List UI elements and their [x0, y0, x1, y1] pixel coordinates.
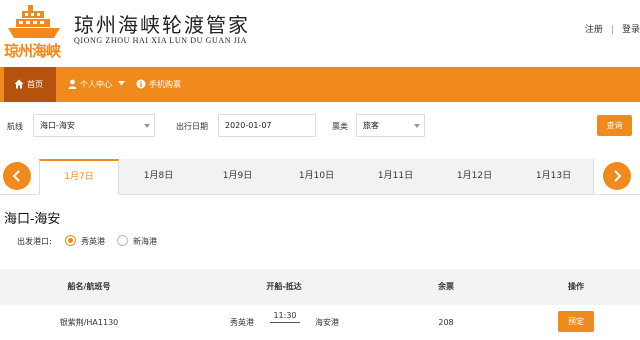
site-title: 琼州海峡轮渡管家 — [74, 13, 250, 37]
arrival-port-cell: 海安港 — [315, 318, 339, 327]
departure-port-label: 出发港口: — [17, 237, 52, 246]
logo[interactable]: 琼州海峡 — [4, 4, 64, 60]
nav-item-mobile-ticket[interactable]: 手机购票 — [126, 67, 191, 102]
route-title: 海口-海安 — [4, 212, 61, 227]
departure-time: 11:30 — [273, 311, 297, 320]
date-tab[interactable]: 1月7日 — [39, 159, 119, 195]
link-separator: | — [610, 25, 614, 35]
register-link[interactable]: 注册 — [585, 22, 603, 35]
login-link[interactable]: 登录 — [622, 22, 640, 35]
top-links: 注册 | 登录 — [585, 22, 640, 35]
date-tab[interactable]: 1月8日 — [119, 159, 199, 194]
chevron-down-icon — [144, 124, 150, 128]
date-input-value: 2020-01-07 — [225, 121, 272, 130]
site-subtitle: QIONG ZHOU HAI XIA LUN DU GUAN JIA — [74, 36, 248, 45]
ticket-type-value: 旅客 — [363, 121, 379, 130]
chevron-down-icon — [414, 124, 420, 128]
ship-flight-cell: 银紫荆/HA1130 — [59, 318, 119, 327]
search-bar: 航线 海口-海安 出行日期 2020-01-07 票类 旅客 查询 — [0, 102, 640, 150]
column-header-time: 开船-抵达 — [266, 282, 302, 291]
next-dates-button[interactable] — [603, 162, 631, 190]
port-radio-xiuying[interactable] — [65, 235, 76, 246]
table-row: 银紫荆/HA1130 秀英港 11:30 海安港 208 预定 — [0, 305, 640, 340]
chevron-right-icon — [614, 170, 622, 182]
date-tab[interactable]: 1月9日 — [198, 159, 278, 194]
header: 琼州海峡 琼州海峡轮渡管家 QIONG ZHOU HAI XIA LUN DU … — [0, 0, 640, 67]
book-button[interactable]: 预定 — [558, 311, 594, 332]
nav-item-home[interactable]: 首页 — [4, 67, 56, 102]
nav-item-label: 首页 — [27, 80, 43, 89]
main-nav: 首页 个人中心 手机购票 — [0, 67, 640, 102]
port-radio-xinhai[interactable] — [117, 235, 128, 246]
date-input[interactable]: 2020-01-07 — [218, 114, 316, 137]
route-label: 航线 — [7, 122, 23, 131]
date-tab[interactable]: 1月12日 — [435, 159, 515, 194]
date-tab[interactable]: 1月10日 — [277, 159, 357, 194]
user-icon — [68, 79, 77, 89]
departure-port-cell: 秀英港 — [230, 318, 254, 327]
column-header-action: 操作 — [568, 282, 584, 291]
ticket-type-label: 票类 — [332, 122, 348, 131]
date-tab[interactable]: 1月11日 — [356, 159, 436, 194]
ship-logo-icon — [8, 5, 60, 38]
nav-item-label: 手机购票 — [149, 80, 181, 89]
route-select[interactable]: 海口-海安 — [33, 114, 155, 137]
prev-dates-button[interactable] — [3, 162, 31, 190]
time-arrow-line — [270, 322, 300, 323]
query-button[interactable]: 查询 — [597, 115, 632, 136]
logo-text: 琼州海峡 — [4, 42, 61, 60]
table-header: 船名/航班号 开船-抵达 余票 操作 — [0, 269, 640, 305]
date-selector: 1月7日 1月8日 1月9日 1月10日 1月11日 1月12日 1月13日 — [0, 159, 640, 195]
column-header-remaining: 余票 — [438, 282, 454, 291]
port-label-xinhai[interactable]: 新海港 — [133, 236, 157, 247]
remaining-tickets-cell: 208 — [438, 318, 454, 327]
info-icon — [136, 79, 146, 89]
route-select-value: 海口-海安 — [40, 121, 75, 130]
home-icon — [14, 79, 24, 89]
column-header-ship: 船名/航班号 — [67, 282, 111, 291]
port-label-xiuying[interactable]: 秀英港 — [81, 236, 105, 247]
date-tab[interactable]: 1月13日 — [514, 159, 594, 194]
caret-down-icon — [117, 81, 125, 86]
ticket-type-select[interactable]: 旅客 — [356, 114, 425, 137]
date-label: 出行日期 — [176, 122, 208, 131]
chevron-left-icon — [12, 170, 20, 182]
nav-item-label: 个人中心 — [80, 80, 112, 89]
